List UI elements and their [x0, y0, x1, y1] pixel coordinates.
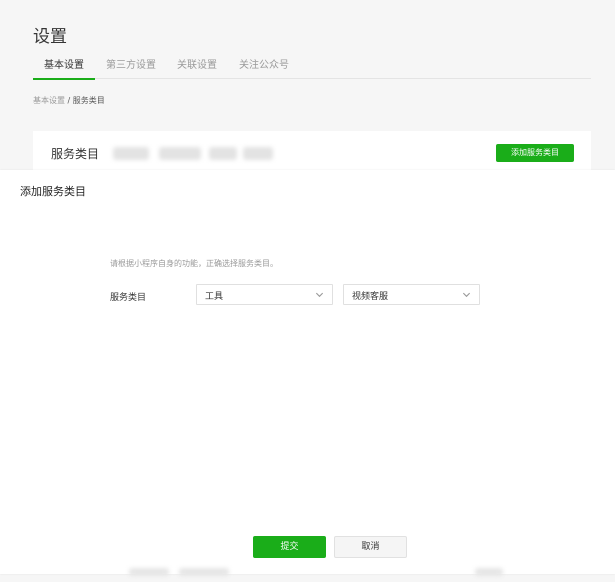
breadcrumb-separator: /	[65, 96, 73, 105]
modal-hint-text: 请根据小程序自身的功能，正确选择服务类目。	[110, 259, 278, 268]
chevron-down-icon	[315, 292, 324, 298]
redacted-text	[243, 147, 273, 160]
settings-tabs: 基本设置 第三方设置 关联设置 关注公众号	[33, 59, 591, 80]
primary-category-select[interactable]: 工具	[196, 284, 333, 305]
breadcrumb: 基本设置 / 服务类目	[33, 95, 105, 106]
background-list-row	[95, 566, 535, 580]
submit-button[interactable]: 提交	[253, 536, 326, 558]
redacted-text	[209, 147, 237, 160]
add-service-category-button[interactable]: 添加服务类目	[496, 144, 574, 162]
chevron-down-icon	[462, 292, 471, 298]
redacted-text	[129, 568, 169, 576]
breadcrumb-parent[interactable]: 基本设置	[33, 96, 65, 105]
redacted-text	[179, 568, 229, 576]
tab-follow-official-account[interactable]: 关注公众号	[239, 59, 289, 79]
service-category-label: 服务类目	[110, 293, 147, 303]
modal-title: 添加服务类目	[20, 185, 86, 198]
redacted-text	[113, 147, 149, 160]
tab-third-party-settings[interactable]: 第三方设置	[106, 59, 156, 79]
tab-basic-settings[interactable]: 基本设置	[33, 59, 95, 80]
redacted-text	[159, 147, 201, 160]
secondary-category-select[interactable]: 视频客服	[343, 284, 480, 305]
page-title: 设置	[33, 27, 67, 47]
tab-linked-settings[interactable]: 关联设置	[177, 59, 217, 79]
service-card-title: 服务类目	[51, 147, 100, 161]
breadcrumb-current: 服务类目	[72, 96, 105, 105]
add-service-category-modal: 添加服务类目 请根据小程序自身的功能，正确选择服务类目。 服务类目 工具 视频客…	[0, 170, 615, 574]
cancel-button[interactable]: 取消	[334, 536, 407, 558]
primary-category-value: 工具	[205, 292, 224, 302]
redacted-text	[475, 568, 503, 576]
secondary-category-value: 视频客服	[352, 292, 389, 302]
